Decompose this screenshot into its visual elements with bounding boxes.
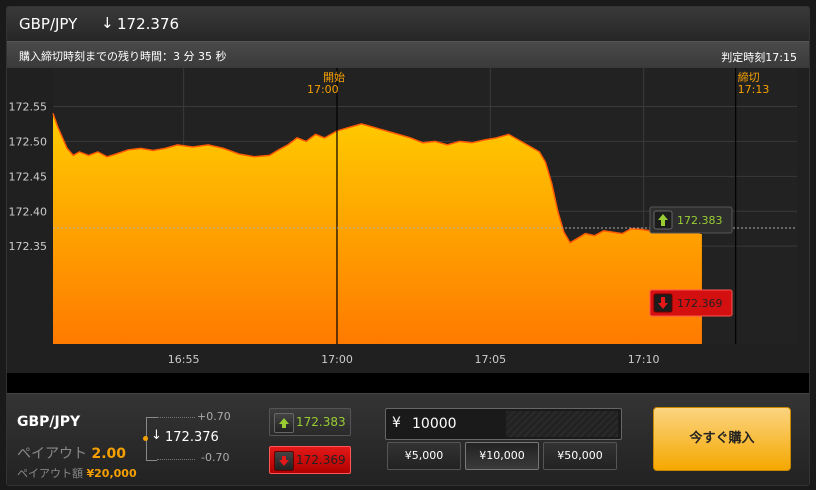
judge-time: 判定時刻17:15 <box>721 51 797 64</box>
y-tick-label: 172.35 <box>9 240 48 253</box>
down-arrow-icon <box>274 451 294 471</box>
payout-amount-value: ¥20,000 <box>86 467 137 480</box>
panel-current-rate: 172.376 <box>165 430 219 445</box>
down-arrow-icon: ↓ <box>101 14 114 32</box>
current-marker-dot <box>143 436 148 441</box>
preset-50000-button[interactable]: ¥50,000 <box>543 442 617 470</box>
payout: ペイアウト 2.00 <box>17 443 126 463</box>
payout-value: 2.00 <box>91 446 126 462</box>
high-rate: 172.383 <box>296 415 346 429</box>
preset-5000-button[interactable]: ¥5,000 <box>387 442 461 470</box>
remaining-time: 購入締切時刻までの残り時間：3 分 35 秒 <box>19 50 227 63</box>
up-arrow-icon <box>274 413 294 433</box>
payout-amount-label: ペイアウト額 <box>17 467 83 480</box>
y-tick-label: 172.50 <box>9 135 48 148</box>
currency-pair-title: GBP/JPY <box>19 15 78 33</box>
chart-high-tag-value: 172.383 <box>677 214 723 227</box>
amount-input[interactable]: ¥ 10000 <box>385 408 622 440</box>
y-tick-label: 172.40 <box>9 205 48 218</box>
subheader-bar: 購入締切時刻までの残り時間：3 分 35 秒 判定時刻17:15 <box>7 41 809 69</box>
low-button[interactable]: 172.369 <box>269 446 351 474</box>
low-rate: 172.369 <box>296 453 346 467</box>
amount-input-texture <box>506 411 618 437</box>
x-tick-label: 16:55 <box>168 353 200 366</box>
y-tick-label: 172.45 <box>9 170 48 183</box>
upper-offset: +0.70 <box>197 410 231 423</box>
lower-offset: -0.70 <box>201 451 230 464</box>
x-tick-label: 17:10 <box>628 353 660 366</box>
x-tick-label: 17:05 <box>474 353 506 366</box>
time-marker-label: 開始 <box>323 70 345 84</box>
panel-pair: GBP/JPY <box>17 414 81 430</box>
y-tick-label: 172.55 <box>9 100 48 113</box>
payout-label: ペイアウト <box>17 446 87 462</box>
down-arrow-icon: ↓ <box>151 428 162 443</box>
amount-value: 10000 <box>412 416 457 432</box>
preset-10000-button[interactable]: ¥10,000 <box>465 442 539 470</box>
current-rate: 172.376 <box>117 15 180 33</box>
chart-low-tag-value: 172.369 <box>677 297 723 310</box>
time-marker-time: 17:13 <box>738 83 770 96</box>
buy-now-button[interactable]: 今すぐ購入 <box>653 407 791 471</box>
upper-dotted-line <box>157 417 195 418</box>
payout-amount: ペイアウト額 ¥20,000 <box>17 465 137 481</box>
time-marker-time: 17:00 <box>307 83 339 96</box>
header-bar: GBP/JPY ↓ 172.376 <box>7 7 809 41</box>
order-panel: GBP/JPY ペイアウト 2.00 ペイアウト額 ¥20,000 +0.70 … <box>7 393 809 485</box>
x-tick-label: 17:00 <box>321 353 353 366</box>
high-button[interactable]: 172.383 <box>269 408 351 436</box>
trade-window: GBP/JPY ↓ 172.376 購入締切時刻までの残り時間：3 分 35 秒… <box>6 6 810 486</box>
chart-svg: 172.55 172.50 172.45 172.40 172.35 16:55 17:00… <box>9 68 797 366</box>
time-marker-label: 締切 <box>738 70 760 84</box>
chart-footer-bar <box>7 373 809 393</box>
currency-symbol: ¥ <box>392 415 401 431</box>
lower-dotted-line <box>157 459 195 460</box>
price-chart: 172.55 172.50 172.45 172.40 172.35 16:55 17:00… <box>7 68 809 373</box>
